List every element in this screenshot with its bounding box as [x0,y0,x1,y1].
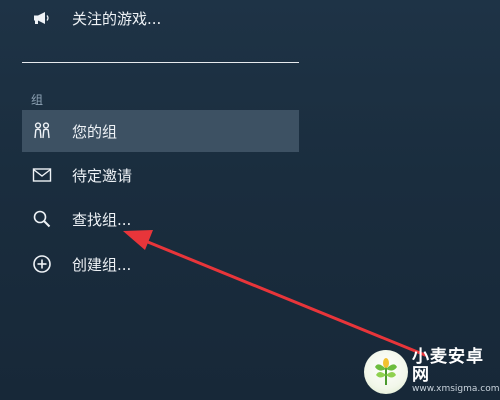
menu-item-find-groups[interactable]: 查找组... [22,198,299,240]
search-icon [32,209,52,229]
people-icon [32,121,52,141]
groups-section-header: 组 [31,93,44,107]
menu-item-create-group[interactable]: 创建组... [22,243,299,285]
menu-item-label: 创建组... [72,255,132,274]
menu-item-pending-invites[interactable]: 待定邀请 [22,154,299,196]
watermark-title: 小麦安卓网 [412,347,484,386]
megaphone-icon [32,8,52,28]
watermark-logo: 小麦安卓网 www.xmsigma.com [364,348,499,396]
envelope-icon [32,165,52,185]
menu-item-label: 关注的游戏... [72,9,162,28]
menu-item-label: 查找组... [72,210,132,229]
menu-item-label: 待定邀请 [72,166,133,185]
leaf-logo-icon [364,350,408,394]
watermark-url: www.xmsigma.com [412,384,500,395]
divider [22,62,299,63]
plus-circle-icon [32,254,52,274]
menu-item-label: 您的组 [72,122,118,141]
menu-item-followed-games[interactable]: 关注的游戏... [22,0,299,39]
menu-item-your-groups[interactable]: 您的组 [22,110,299,152]
